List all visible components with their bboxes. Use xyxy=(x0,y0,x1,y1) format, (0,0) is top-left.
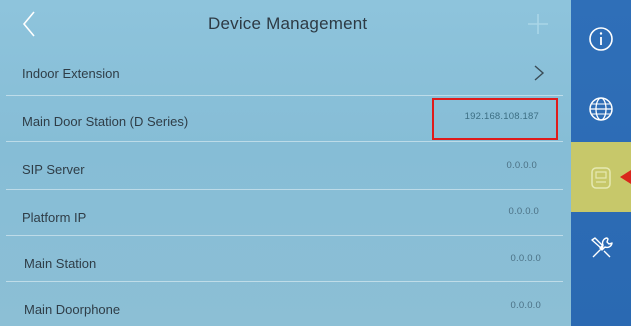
divider xyxy=(6,141,563,142)
info-icon xyxy=(589,27,613,51)
screen: Device Management Indoor Extension Main … xyxy=(0,0,631,326)
chevron-right-icon xyxy=(534,65,545,81)
list-item-indoor-extension[interactable]: Indoor Extension xyxy=(0,50,571,96)
list-item-platform-ip[interactable]: Platform IP 0.0.0.0 xyxy=(0,190,571,236)
header: Device Management xyxy=(0,0,571,48)
row-label: SIP Server xyxy=(22,162,85,177)
row-value: 0.0.0.0 xyxy=(510,253,541,264)
sidebar-item-maintenance[interactable] xyxy=(571,212,631,282)
back-icon[interactable] xyxy=(18,10,42,38)
row-label: Indoor Extension xyxy=(22,66,120,81)
row-value: 0.0.0.0 xyxy=(510,300,541,311)
pointer-arrow-icon xyxy=(620,170,631,184)
row-value: 0.0.0.0 xyxy=(506,160,537,171)
row-label: Platform IP xyxy=(22,210,87,225)
list-item-main-doorphone[interactable]: Main Doorphone 0.0.0.0 xyxy=(0,282,571,326)
add-icon[interactable] xyxy=(526,12,550,36)
page-title: Device Management xyxy=(208,14,368,33)
sidebar xyxy=(571,0,631,326)
list-item-sip-server[interactable]: SIP Server 0.0.0.0 xyxy=(0,144,571,190)
row-label: Main Door Station (D Series) xyxy=(22,114,189,129)
sidebar-item-info[interactable] xyxy=(571,4,631,74)
row-value: 0.0.0.0 xyxy=(508,206,539,217)
sidebar-item-network[interactable] xyxy=(571,74,631,144)
highlight-box xyxy=(432,98,558,140)
device-icon xyxy=(591,167,611,189)
row-label: Main Station xyxy=(24,256,97,271)
tools-icon xyxy=(591,237,613,258)
list-item-main-station[interactable]: Main Station 0.0.0.0 xyxy=(0,236,571,282)
globe-icon xyxy=(589,97,613,121)
row-label: Main Doorphone xyxy=(24,302,121,317)
